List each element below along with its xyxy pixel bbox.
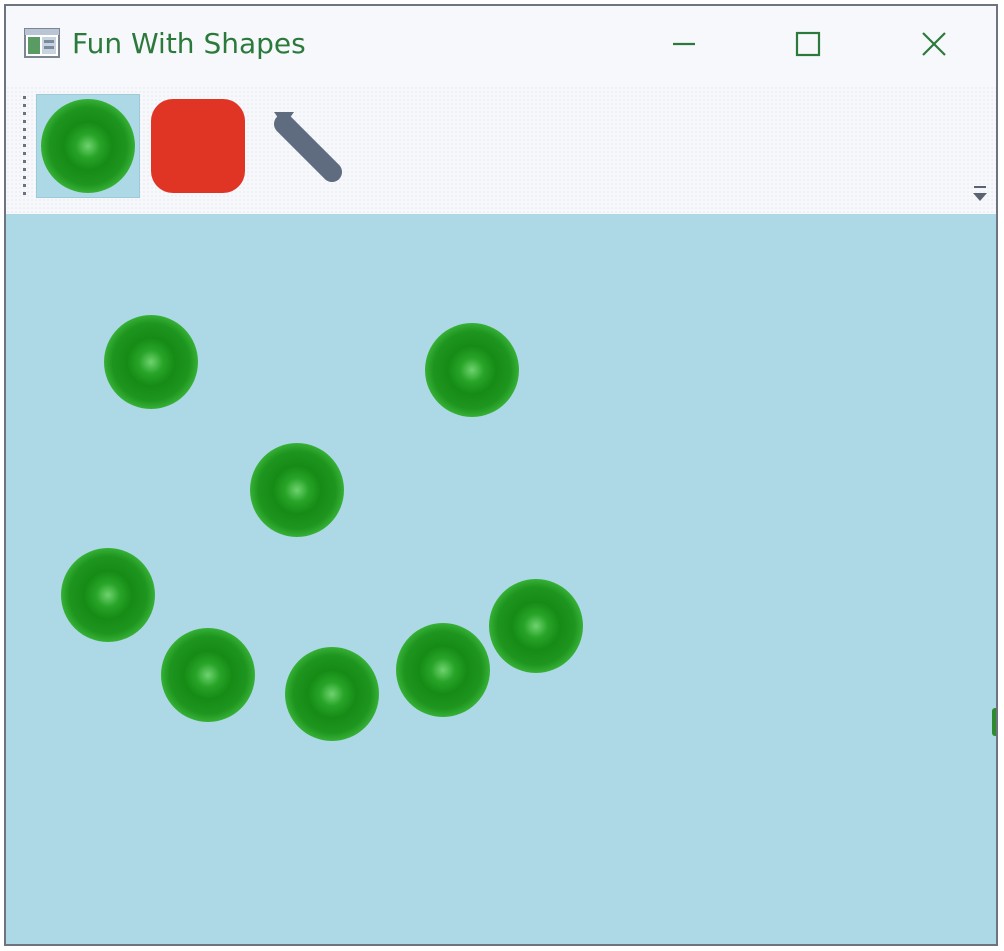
toolbar-grip-icon[interactable]: [22, 94, 28, 202]
canvas-circle[interactable]: [61, 548, 155, 642]
canvas-circle[interactable]: [396, 623, 490, 717]
app-window: Fun With Shapes: [4, 4, 998, 946]
canvas-circle[interactable]: [489, 579, 583, 673]
close-icon: [922, 32, 946, 56]
title-bar[interactable]: Fun With Shapes: [6, 6, 996, 86]
minimize-button[interactable]: [652, 20, 716, 68]
canvas-circle[interactable]: [161, 628, 255, 722]
overflow-chevron-icon[interactable]: [970, 184, 990, 206]
green-circle-icon: [41, 99, 135, 193]
maximize-button[interactable]: [776, 20, 840, 68]
drawing-canvas[interactable]: [6, 214, 996, 944]
maximize-icon: [795, 31, 821, 57]
offscreen-shape-edge: [992, 708, 996, 736]
canvas-circle[interactable]: [425, 323, 519, 417]
rectangle-tool-button[interactable]: [146, 94, 250, 198]
close-button[interactable]: [902, 20, 966, 68]
shape-toolbar: [6, 86, 996, 214]
app-window-icon: [24, 28, 60, 58]
line-tool-button[interactable]: [260, 94, 364, 198]
red-rounded-square-icon: [151, 99, 245, 193]
canvas-circle[interactable]: [285, 647, 379, 741]
canvas-circle[interactable]: [250, 443, 344, 537]
gray-line-icon: [274, 112, 342, 182]
minimize-icon: [673, 42, 695, 46]
canvas-circle[interactable]: [104, 315, 198, 409]
window-title: Fun With Shapes: [72, 27, 306, 60]
circle-tool-button[interactable]: [36, 94, 140, 198]
